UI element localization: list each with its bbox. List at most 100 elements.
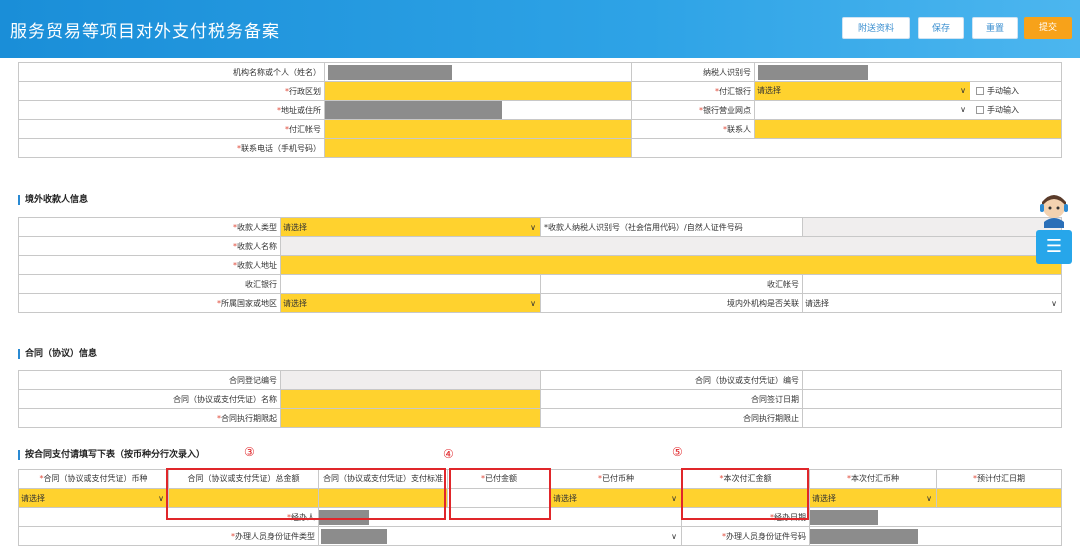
sign-date-input[interactable] <box>802 389 1062 409</box>
account-input[interactable] <box>324 119 632 139</box>
table-row: *收款人地址 <box>18 255 1062 275</box>
receive-bank-input[interactable] <box>280 274 541 294</box>
annotation-box-5 <box>681 468 809 520</box>
section-title-payee: 境外收款人信息 <box>18 195 88 205</box>
save-button[interactable]: 保存 <box>918 17 964 39</box>
table-row: *联系电话（手机号码） <box>18 138 1062 158</box>
payee-type-select[interactable]: 请选择 ∨ <box>280 217 541 237</box>
attach-docs-button[interactable]: 附送资料 <box>842 17 910 39</box>
voucher-no-label: 合同（协议或支付凭证）编号 <box>540 370 803 390</box>
branch-label: *银行营业网点 <box>631 100 755 120</box>
chevron-down-icon: ∨ <box>960 105 966 114</box>
pay-bank-label: *付汇银行 <box>631 81 755 101</box>
redacted-value <box>328 64 452 80</box>
submit-button[interactable]: 提交 <box>1024 17 1072 39</box>
period-start-input[interactable] <box>280 408 541 428</box>
receive-bank-label: 收汇银行 <box>18 274 281 294</box>
annotation-circle-5: ⑤ <box>672 445 683 459</box>
table-row: 收汇银行 收汇帐号 <box>18 274 1062 294</box>
redacted-value <box>810 528 918 544</box>
annotation-box-4 <box>449 468 551 520</box>
account-label: *付汇帐号 <box>18 119 325 139</box>
payee-type-label: *收款人类型 <box>18 217 281 237</box>
country-select[interactable]: 请选择 ∨ <box>280 293 541 313</box>
chevron-down-icon: ∨ <box>960 86 966 95</box>
paid-currency-select[interactable]: 请选择 ∨ <box>550 488 682 508</box>
contact-label: *联系人 <box>631 119 755 139</box>
id-type-label: *办理人员身份证件类型 <box>18 526 319 546</box>
header-paid-currency: *已付币种 <box>550 469 682 489</box>
chevron-down-icon: ∨ <box>530 222 536 232</box>
header-expected-date: *预计付汇日期 <box>936 469 1062 489</box>
contract-name-input[interactable] <box>280 389 541 409</box>
period-end-label: 合同执行期限止 <box>540 408 803 428</box>
table-row: *地址或住所 *银行营业网点 ∨ 手动输入 <box>18 100 1062 120</box>
table-row: *行政区划 *付汇银行 请选择 ∨ 手动输入 <box>18 81 1062 101</box>
payee-name-label: *收款人名称 <box>18 236 281 256</box>
period-end-input[interactable] <box>802 408 1062 428</box>
contract-name-label: 合同（协议或支付凭证）名称 <box>18 389 281 409</box>
org-name-label: 机构名称或个人（姓名） <box>18 62 325 82</box>
chevron-down-icon: ∨ <box>530 298 536 308</box>
address-field[interactable] <box>324 100 632 120</box>
redacted-value <box>325 101 502 119</box>
contract-reg-no-input[interactable] <box>280 370 541 390</box>
chevron-down-icon: ∨ <box>671 531 677 541</box>
branch-select[interactable]: ∨ <box>756 102 971 119</box>
reset-button[interactable]: 重置 <box>972 17 1018 39</box>
payee-tax-id-input[interactable] <box>802 217 1062 237</box>
expected-date-input[interactable] <box>936 488 1062 508</box>
contract-info-table: 合同登记编号 合同（协议或支付凭证）编号 合同（协议或支付凭证）名称 合同签订日… <box>18 370 1062 428</box>
branch-cell: ∨ 手动输入 <box>754 100 1062 120</box>
id-type-select[interactable]: ∨ <box>318 526 682 546</box>
table-row: *办理人员身份证件类型 ∨ *办理人员身份证件号码 <box>18 526 1062 546</box>
customer-service-icon[interactable]: ☰ <box>1036 230 1072 264</box>
assistant-avatar-icon[interactable] <box>1034 192 1074 228</box>
sign-date-label: 合同签订日期 <box>540 389 803 409</box>
table-row: 机构名称或个人（姓名） 纳税人识别号 <box>18 62 1062 82</box>
chevron-down-icon: ∨ <box>158 493 164 503</box>
table-row: *收款人类型 请选择 ∨ *收款人纳税人识别号（社会信用代码）/自然人证件号码 <box>18 217 1062 237</box>
country-label: *所属国家或地区 <box>18 293 281 313</box>
region-input[interactable] <box>324 81 632 101</box>
this-currency-select[interactable]: 请选择 ∨ <box>809 488 937 508</box>
contract-currency-select[interactable]: 请选择 ∨ <box>18 488 169 508</box>
receive-account-input[interactable] <box>802 274 1062 294</box>
handle-date-field[interactable] <box>809 507 1062 527</box>
id-no-field[interactable] <box>809 526 1062 546</box>
manual-input-checkbox[interactable] <box>976 87 984 95</box>
region-label: *行政区划 <box>18 81 325 101</box>
table-row: *所属国家或地区 请选择 ∨ 境内外机构是否关联 请选择 ∨ <box>18 293 1062 313</box>
table-row: *收款人名称 <box>18 236 1062 256</box>
related-label: 境内外机构是否关联 <box>540 293 803 313</box>
table-row: 合同登记编号 合同（协议或支付凭证）编号 <box>18 370 1062 390</box>
payee-address-input[interactable] <box>280 255 1062 275</box>
top-header-bar: 服务贸易等项目对外支付税务备案 附送资料 保存 重置 提交 <box>0 0 1080 58</box>
payee-name-input[interactable] <box>280 236 1062 256</box>
pay-bank-select[interactable]: 请选择 ∨ <box>755 82 970 100</box>
payer-info-table: 机构名称或个人（姓名） 纳税人识别号 *行政区划 *付汇银行 请选择 ∨ 手动输入 … <box>18 62 1062 158</box>
chevron-down-icon: ∨ <box>671 493 677 503</box>
id-no-label: *办理人员身份证件号码 <box>681 526 810 546</box>
contact-input[interactable] <box>754 119 1062 139</box>
page-title: 服务贸易等项目对外支付税务备案 <box>10 22 280 42</box>
org-name-field <box>324 62 632 82</box>
manual-input-label: 手动输入 <box>987 105 1019 115</box>
manual-input-label: 手动输入 <box>987 86 1019 96</box>
empty-cell <box>631 138 1062 158</box>
taxpayer-id-label: 纳税人识别号 <box>631 62 755 82</box>
address-label: *地址或住所 <box>18 100 325 120</box>
section-title-contract: 合同（协议）信息 <box>18 349 97 359</box>
voucher-no-input[interactable] <box>802 370 1062 390</box>
phone-label: *联系电话（手机号码） <box>18 138 325 158</box>
related-select[interactable]: 请选择 ∨ <box>802 293 1062 313</box>
manual-input-checkbox[interactable] <box>976 106 984 114</box>
table-row: *付汇帐号 *联系人 <box>18 119 1062 139</box>
period-start-label: *合同执行期限起 <box>18 408 281 428</box>
chevron-down-icon: ∨ <box>926 493 932 503</box>
phone-input[interactable] <box>324 138 632 158</box>
contract-reg-no-label: 合同登记编号 <box>18 370 281 390</box>
annotation-circle-3: ③ <box>244 445 255 459</box>
header-contract-currency: *合同（协议或支付凭证）币种 <box>18 469 169 489</box>
pay-bank-cell: 请选择 ∨ 手动输入 <box>754 81 1062 101</box>
